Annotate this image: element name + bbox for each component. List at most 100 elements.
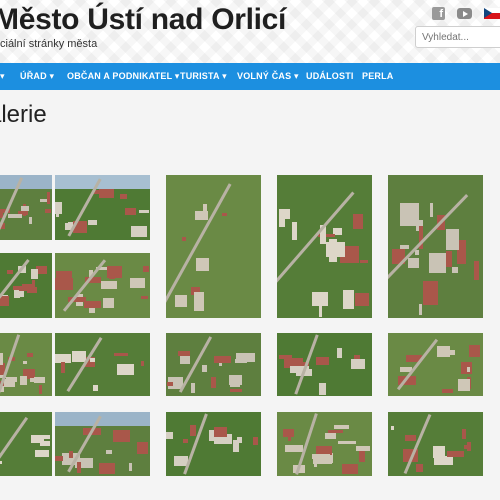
photo-building	[353, 214, 363, 229]
photo-building	[7, 270, 13, 274]
photo-building	[39, 385, 42, 394]
photo-building	[469, 345, 480, 357]
photo-building	[450, 350, 455, 355]
photo-building	[190, 425, 196, 436]
photo-building	[329, 239, 337, 262]
photo-building	[464, 445, 471, 449]
photo-building	[360, 260, 368, 263]
photo-building	[178, 351, 190, 356]
photo-building	[84, 301, 101, 308]
photo-building	[288, 429, 291, 441]
photo-building	[175, 295, 187, 307]
gallery-photo[interactable]	[277, 175, 372, 318]
gallery-photo[interactable]	[166, 333, 261, 396]
photo-road	[178, 336, 213, 393]
photo-building	[233, 440, 239, 452]
photo-building	[400, 203, 419, 226]
photo-building	[430, 203, 433, 217]
photo-building	[338, 441, 356, 444]
photo-building	[229, 375, 242, 385]
nav-item-volny-cas[interactable]: VOLNÝ ČAS ▾	[237, 63, 299, 90]
photo-building	[0, 461, 2, 464]
photo-building	[69, 451, 73, 458]
gallery-photo[interactable]	[0, 175, 52, 240]
photo-building	[446, 229, 459, 250]
photo-building	[235, 359, 247, 363]
photo-building	[211, 377, 216, 388]
photo-building	[351, 359, 365, 369]
photo-building	[405, 435, 416, 441]
gallery-photo[interactable]	[55, 253, 150, 318]
nav-item-urad[interactable]: ÚŘAD ▾	[20, 63, 54, 90]
photo-building	[113, 430, 130, 442]
photo-building	[139, 210, 149, 213]
nav-item-turista[interactable]: TURISTA ▾	[180, 63, 227, 90]
photo-building	[101, 281, 117, 289]
photo-building	[106, 450, 112, 454]
czech-flag-icon[interactable]	[484, 8, 500, 19]
gallery-photo[interactable]	[0, 333, 52, 396]
photo-building	[130, 278, 145, 288]
photo-building	[316, 357, 329, 365]
photo-building	[40, 199, 47, 202]
photo-sky	[55, 412, 150, 426]
site-header: Město Ústí nad Orlicí ciální stránky měs…	[0, 0, 500, 63]
photo-building	[467, 367, 470, 372]
photo-building	[334, 425, 349, 429]
photo-building	[279, 216, 285, 227]
photo-building	[0, 296, 9, 306]
gallery-photo[interactable]	[388, 175, 483, 318]
gallery-photo[interactable]	[166, 412, 261, 476]
gallery-photo[interactable]	[277, 333, 372, 396]
photo-building	[129, 463, 132, 471]
photo-building	[29, 217, 32, 224]
nav-item-obcan-a-podnikatel[interactable]: OBČAN A PODNIKATEL ▾	[67, 63, 180, 90]
site-title[interactable]: Město Ústí nad Orlicí	[0, 3, 286, 37]
photo-building	[279, 355, 292, 359]
photo-building	[446, 251, 452, 267]
photo-building	[253, 437, 258, 445]
photo-building	[131, 226, 147, 237]
photo-building	[437, 346, 450, 357]
photo-building	[458, 379, 470, 391]
photo-building	[55, 456, 63, 461]
gallery-photo[interactable]	[0, 412, 52, 476]
gallery-photo[interactable]	[277, 412, 372, 476]
gallery-photo[interactable]	[55, 175, 150, 240]
photo-building	[442, 389, 453, 393]
nav-item-perla[interactable]: PERLA	[362, 63, 394, 90]
nav-item-menu[interactable]: ▾	[0, 63, 5, 90]
photo-building	[191, 383, 195, 393]
gallery-photo[interactable]	[0, 253, 52, 318]
photo-sky	[0, 175, 52, 189]
photo-building	[56, 214, 59, 217]
photo-building	[196, 258, 209, 271]
gallery-photo[interactable]	[55, 333, 150, 396]
search-input[interactable]	[415, 26, 500, 48]
photo-road	[0, 416, 29, 472]
photo-building	[103, 298, 114, 308]
photo-building	[292, 222, 297, 240]
photo-building	[419, 304, 422, 315]
youtube-icon[interactable]	[457, 8, 472, 19]
nav-item-udalosti[interactable]: UDÁLOSTI	[306, 63, 354, 90]
photo-building	[328, 430, 343, 433]
photo-building	[194, 292, 204, 311]
gallery-photo[interactable]	[166, 175, 261, 318]
photo-building	[416, 464, 423, 472]
photo-building	[447, 451, 464, 457]
photo-building	[23, 361, 27, 364]
photo-building	[183, 439, 188, 443]
photo-building	[99, 463, 115, 474]
photo-building	[27, 353, 33, 357]
photo-building	[35, 450, 49, 457]
gallery-photo[interactable]	[55, 412, 150, 476]
photo-building	[343, 290, 354, 309]
photo-building	[202, 365, 207, 372]
photo-building	[141, 361, 144, 366]
gallery-photo[interactable]	[388, 412, 483, 476]
photo-building	[120, 194, 127, 199]
gallery-photo[interactable]	[388, 333, 483, 396]
main-navigation: ▾ ÚŘAD ▾ OBČAN A PODNIKATEL ▾ TURISTA ▾ …	[0, 63, 500, 90]
facebook-icon[interactable]: f	[432, 7, 445, 20]
